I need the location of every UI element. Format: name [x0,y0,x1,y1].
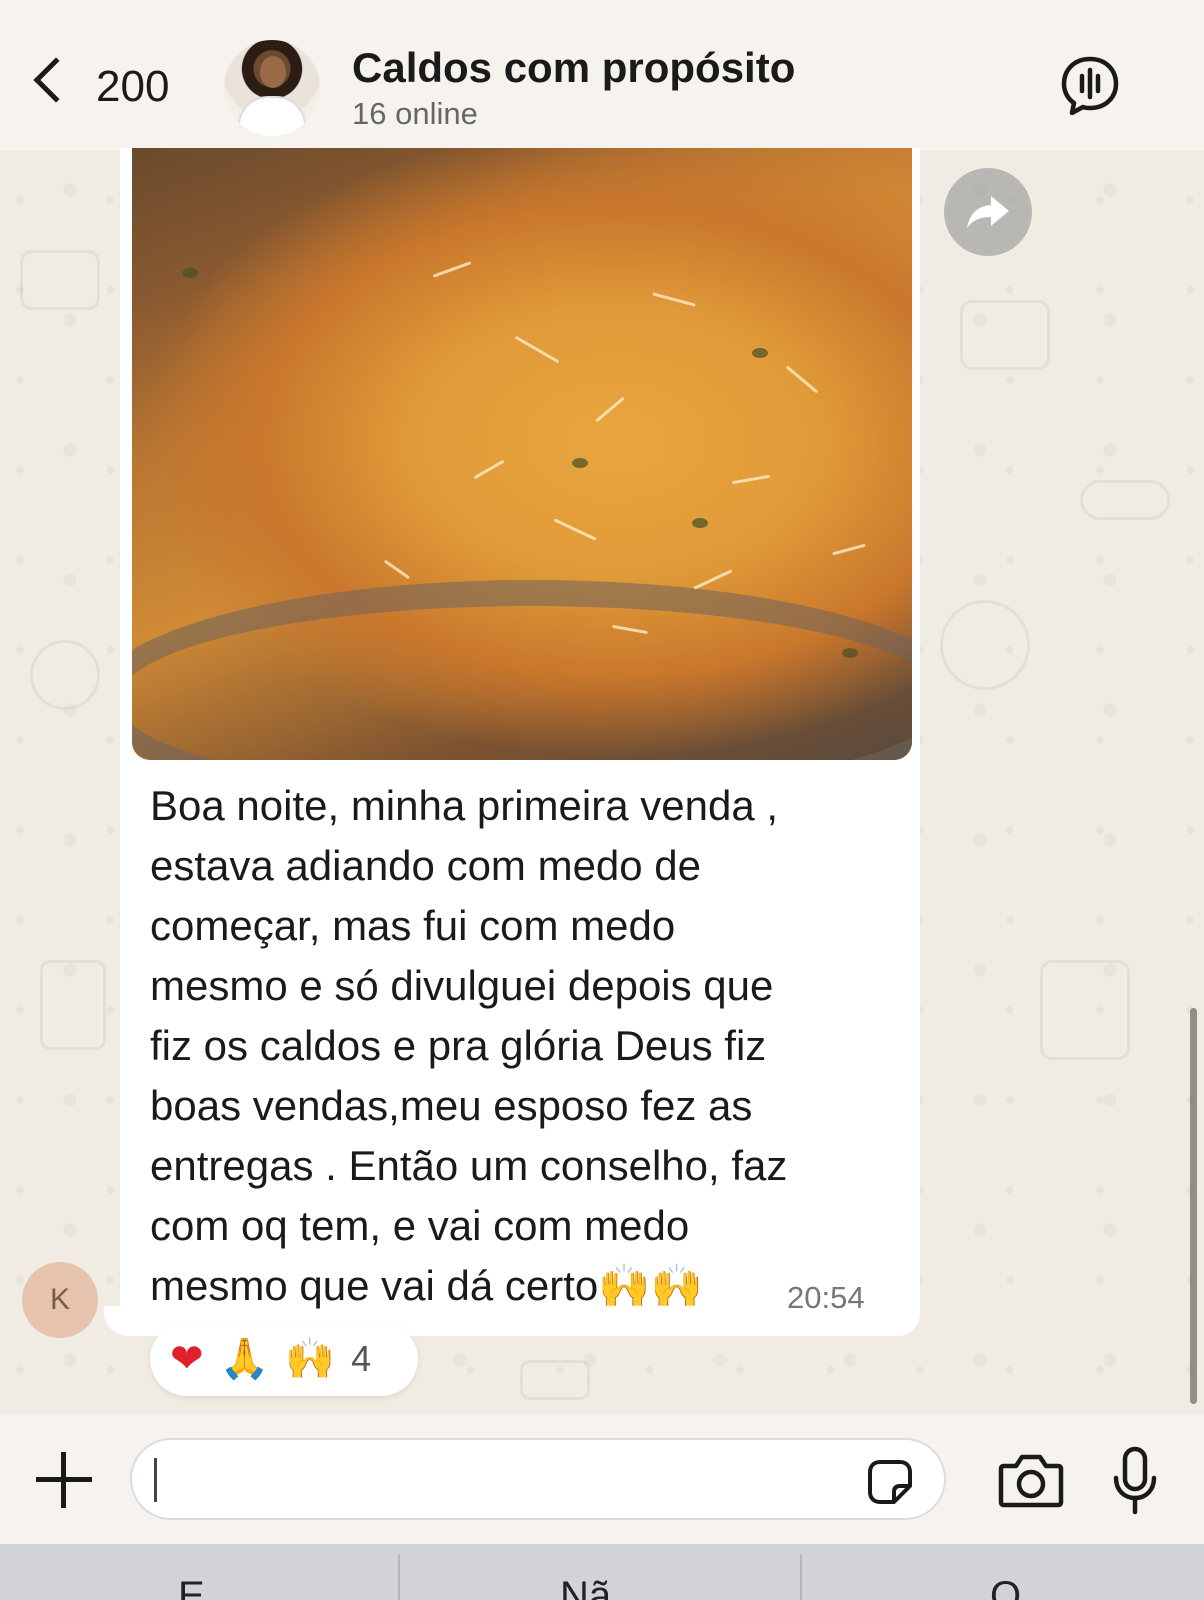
heart-reaction: ❤ [170,1336,204,1382]
reactions-bar[interactable]: ❤ 🙏 🙌 4 [150,1322,418,1396]
forward-button[interactable] [944,168,1032,256]
voice-chat-icon[interactable] [1060,55,1120,115]
chat-title[interactable]: Caldos com propósito [352,44,795,92]
suggestion-bar: E Nã O [0,1544,1204,1600]
plus-icon[interactable] [36,1452,92,1508]
suggestion-item[interactable]: E [178,1574,205,1600]
online-count: 16 online [352,96,478,131]
message-composer [0,1414,1204,1544]
microphone-icon[interactable] [1112,1446,1158,1516]
message-text: Boa noite, minha primeira venda , estava… [150,782,788,1309]
text-cursor [154,1458,157,1502]
food-photo[interactable] [132,148,912,760]
camera-icon[interactable] [998,1452,1064,1508]
raised-hands-reaction: 🙌 [285,1336,336,1382]
forward-icon [967,196,1009,228]
sender-avatar[interactable]: K [22,1262,98,1338]
group-avatar[interactable] [224,40,320,136]
chevron-left-icon[interactable] [33,57,79,103]
sticker-icon[interactable] [864,1456,916,1508]
scrollbar[interactable] [1190,1008,1197,1404]
suggestion-item[interactable]: Nã [560,1574,611,1600]
message-input[interactable] [130,1438,946,1520]
unread-count[interactable]: 200 [96,62,169,112]
suggestion-item[interactable]: O [990,1574,1021,1600]
reaction-count: 4 [351,1338,372,1379]
pray-reaction: 🙏 [219,1336,270,1382]
chat-header: 200 Caldos com propósito 16 online [0,0,1204,150]
